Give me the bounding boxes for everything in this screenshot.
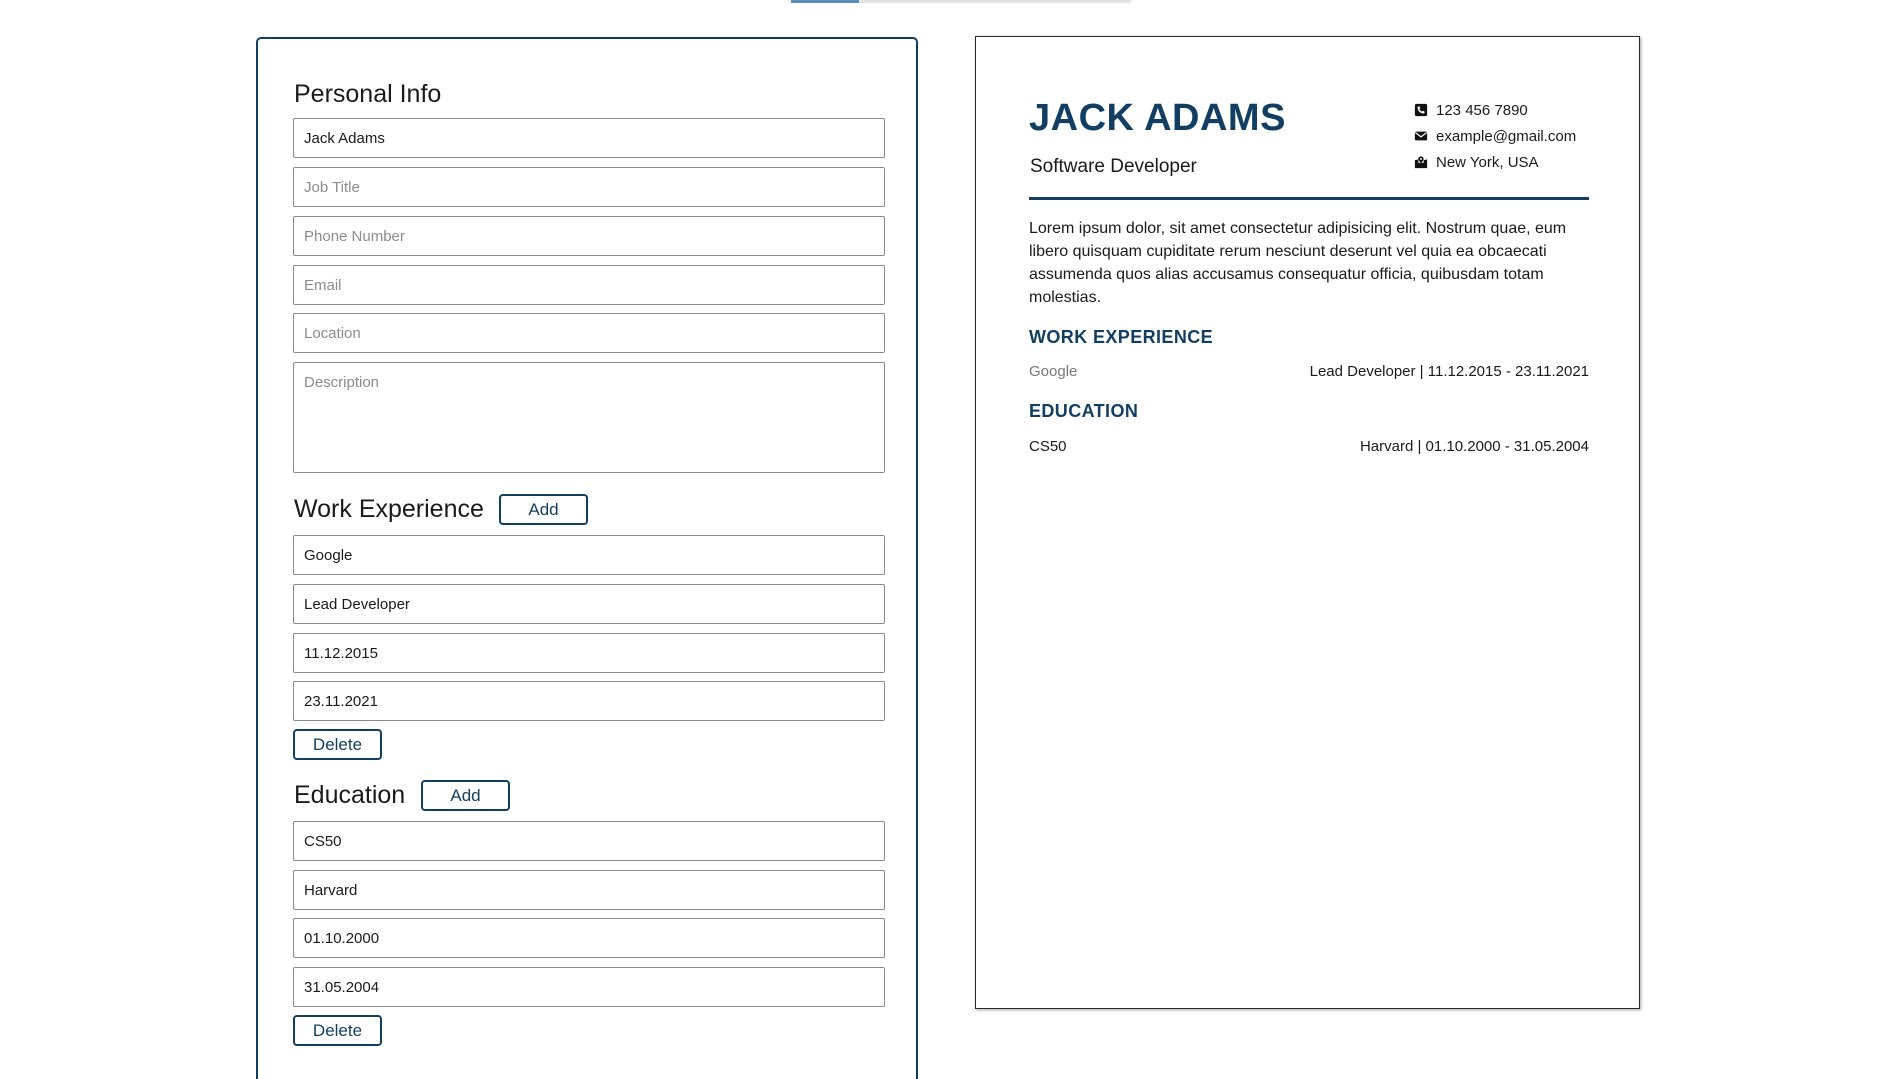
work-start-date-input[interactable] bbox=[293, 633, 885, 673]
position-input[interactable] bbox=[293, 584, 885, 624]
top-tab-indicator bbox=[791, 0, 859, 3]
company-input[interactable] bbox=[293, 535, 885, 575]
email-input[interactable] bbox=[293, 265, 885, 305]
resume-job-title: Software Developer bbox=[1030, 156, 1197, 177]
resume-name: JACK ADAMS bbox=[1029, 97, 1286, 139]
resume-education-entry: CS50 Harvard | 01.10.2000 - 31.05.2004 bbox=[1029, 438, 1589, 455]
school-input[interactable] bbox=[293, 870, 885, 910]
phone-icon bbox=[1414, 103, 1428, 117]
resume-contact: 123 456 7890 example@gmail.com New York,… bbox=[1414, 97, 1576, 175]
add-work-button[interactable]: Add bbox=[499, 494, 588, 525]
app-root: Personal Info Work Experience Add Delete… bbox=[0, 0, 1891, 1079]
editor-panel: Personal Info Work Experience Add Delete… bbox=[256, 37, 918, 1079]
contact-email-text: example@gmail.com bbox=[1436, 127, 1577, 145]
resume-work-entry: Google Lead Developer | 11.12.2015 - 23.… bbox=[1029, 363, 1589, 380]
contact-phone-text: 123 456 7890 bbox=[1436, 101, 1528, 119]
resume-work-heading: WORK EXPERIENCE bbox=[1029, 327, 1214, 347]
location-input[interactable] bbox=[293, 313, 885, 353]
add-education-button[interactable]: Add bbox=[421, 780, 510, 811]
envelope-icon bbox=[1414, 131, 1428, 141]
resume-education-detail: Harvard | 01.10.2000 - 31.05.2004 bbox=[1359, 438, 1589, 455]
resume-education-heading: EDUCATION bbox=[1029, 401, 1139, 421]
work-end-date-input[interactable] bbox=[293, 681, 885, 721]
work-experience-title: Work Experience bbox=[294, 495, 484, 523]
delete-work-button[interactable]: Delete bbox=[293, 729, 382, 760]
education-start-date-input[interactable] bbox=[293, 918, 885, 958]
resume-divider bbox=[1029, 197, 1589, 200]
contact-phone: 123 456 7890 bbox=[1414, 97, 1576, 123]
education-end-date-input[interactable] bbox=[293, 967, 885, 1007]
job-title-input[interactable] bbox=[293, 167, 885, 207]
contact-location-text: New York, USA bbox=[1436, 153, 1539, 171]
resume-description: Lorem ipsum dolor, sit amet consectetur … bbox=[1029, 220, 1567, 306]
personal-info-title: Personal Info bbox=[294, 80, 442, 108]
map-location-icon bbox=[1414, 156, 1428, 169]
contact-email: example@gmail.com bbox=[1414, 123, 1576, 149]
phone-input[interactable] bbox=[293, 216, 885, 256]
name-input[interactable] bbox=[293, 118, 885, 158]
resume-preview: JACK ADAMS Software Developer 123 456 78… bbox=[975, 36, 1640, 1009]
contact-location: New York, USA bbox=[1414, 149, 1576, 175]
description-input[interactable] bbox=[293, 362, 885, 473]
resume-work-company: Google bbox=[1029, 363, 1078, 380]
education-title: Education bbox=[294, 781, 406, 809]
resume-work-detail: Lead Developer | 11.12.2015 - 23.11.2021 bbox=[1309, 363, 1589, 380]
resume-education-course: CS50 bbox=[1029, 438, 1067, 455]
delete-education-button[interactable]: Delete bbox=[293, 1015, 382, 1046]
course-input[interactable] bbox=[293, 821, 885, 861]
